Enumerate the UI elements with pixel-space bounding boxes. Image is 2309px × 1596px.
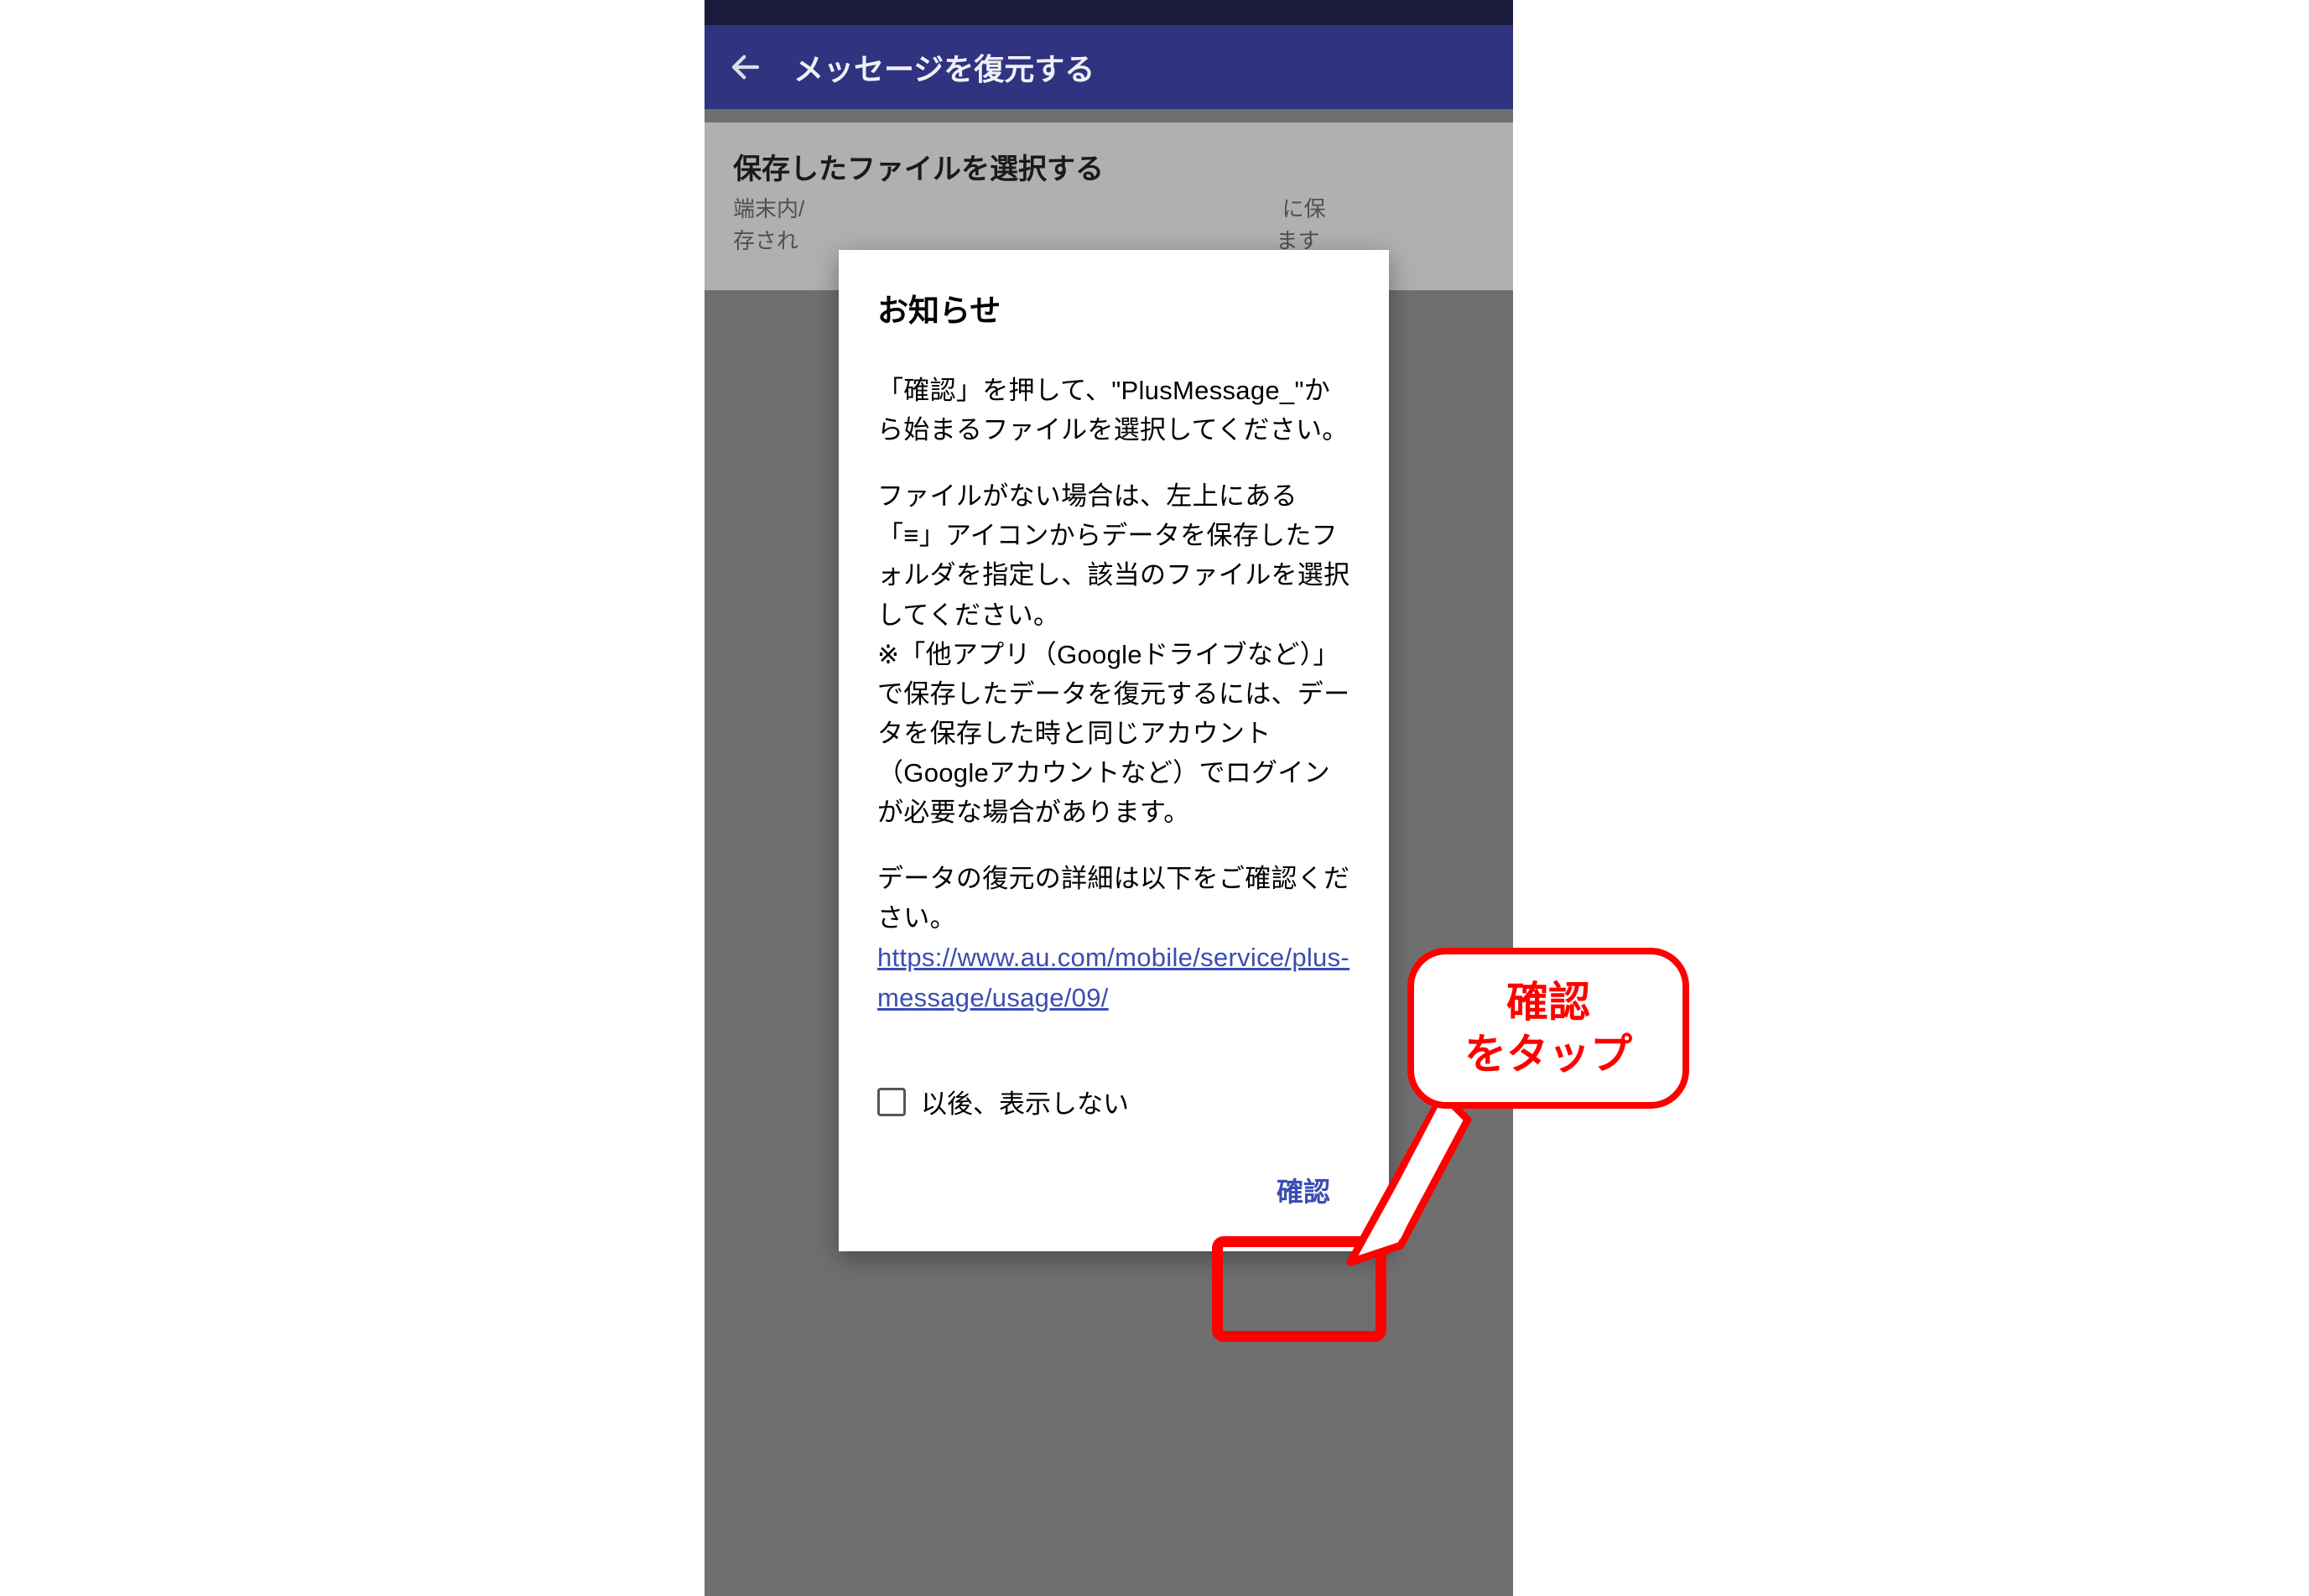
page-title: メッセージを復元する xyxy=(793,45,1095,89)
dont-show-again-row[interactable]: 以後、表示しない xyxy=(877,1083,1350,1120)
app-header: メッセージを復元する xyxy=(705,25,1513,109)
back-arrow-icon[interactable] xyxy=(728,49,763,85)
bg-sub-3: 存され xyxy=(733,228,798,253)
bg-card-title: 保存したファイルを選択する xyxy=(733,146,1485,187)
annotation-callout-bubble: 確認 をタップ xyxy=(1407,948,1689,1109)
checkbox-label: 以後、表示しない xyxy=(921,1083,1129,1120)
callout-line-2: をタップ xyxy=(1464,1028,1632,1081)
confirm-button[interactable]: 確認 xyxy=(1256,1159,1350,1221)
status-bar xyxy=(705,0,1513,25)
notice-dialog: お知らせ 「確認」を押して、"PlusMessage_"から始まるファイルを選択… xyxy=(839,250,1389,1251)
dialog-link[interactable]: https://www.au.com/mobile/service/plus-m… xyxy=(877,943,1350,1012)
bg-card-subtitle: 端末内/ XXXXXXXXXXXXXXXXXXXXXXXXXXXXXXXX に保… xyxy=(733,194,1485,257)
callout-line-1: 確認 xyxy=(1506,976,1590,1029)
dialog-para-2: ファイルがない場合は、左上にある「≡」アイコンからデータを保存したフォルダを指定… xyxy=(877,476,1350,832)
dialog-para-3-text: データの復元の詳細は以下をご確認ください。 xyxy=(877,864,1350,933)
bg-sub-1: 端末内/ xyxy=(733,196,804,221)
dialog-para-3: データの復元の詳細は以下をご確認ください。 https://www.au.com… xyxy=(877,859,1350,1017)
dialog-body: 「確認」を押して、"PlusMessage_"から始まるファイルを選択してくださ… xyxy=(877,371,1350,1017)
dialog-para-1: 「確認」を押して、"PlusMessage_"から始まるファイルを選択してくださ… xyxy=(877,371,1350,450)
bg-sub-2: に保 xyxy=(1282,196,1326,221)
checkbox-icon[interactable] xyxy=(877,1088,906,1116)
dialog-title: お知らせ xyxy=(877,285,1350,330)
dialog-actions: 確認 xyxy=(877,1159,1350,1221)
